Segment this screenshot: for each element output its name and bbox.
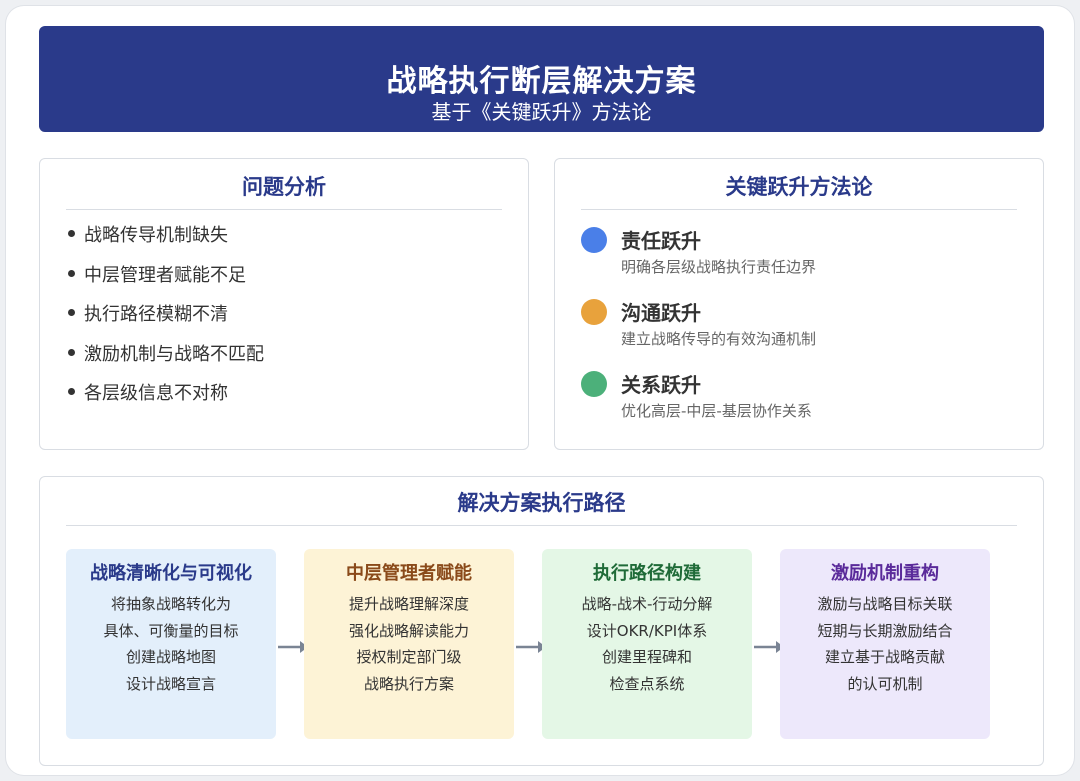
methodology-card: 关键跃升方法论 责任跃升 明确各层级战略执行责任边界 沟通跃升 建立战略传导的有… — [554, 158, 1044, 450]
methodology-title: 关键跃升方法论 — [581, 171, 1017, 210]
method-name: 沟通跃升 — [621, 301, 701, 325]
step-line: 创建战略地图 — [125, 648, 216, 666]
green-dot-icon — [581, 371, 607, 397]
problem-item: 各层级信息不对称 — [68, 379, 264, 419]
step-line: 设计OKR/KPI体系 — [586, 621, 708, 640]
method-desc: 建立战略传导的有效沟通机制 — [621, 330, 817, 348]
problem-item: 中层管理者赋能不足 — [68, 261, 264, 301]
method-desc: 明确各层级战略执行责任边界 — [621, 258, 817, 276]
step-line: 检查点系统 — [609, 674, 685, 693]
step-line: 提升战略理解深度 — [348, 595, 469, 613]
step-line: 建立基于战略贡献 — [824, 648, 945, 666]
step-title: 战略清晰化与可视化 — [90, 563, 252, 584]
step-title: 中层管理者赋能 — [346, 563, 472, 584]
step-line: 设计战略宣言 — [125, 674, 216, 693]
orange-dot-icon — [581, 299, 607, 325]
method-name: 责任跃升 — [621, 229, 701, 253]
method-desc: 优化高层-中层-基层协作关系 — [621, 402, 812, 420]
execution-path-card: 解决方案执行路径 战略清晰化与可视化 将抽象战略转化为 具体、可衡量的目标 创建… — [39, 476, 1044, 766]
step-line: 创建里程碑和 — [601, 648, 692, 666]
page-subtitle: 基于《关键跃升》方法论 — [431, 100, 652, 124]
problem-analysis-card: 问题分析 战略传导机制缺失 中层管理者赋能不足 执行路径模糊不清 激励机制与战略… — [39, 158, 529, 450]
header-banner: 战略执行断层解决方案 基于《关键跃升》方法论 — [39, 26, 1044, 132]
method-name: 关系跃升 — [621, 373, 701, 397]
problem-item: 激励机制与战略不匹配 — [68, 340, 264, 380]
step-card-strategy-clarity: 战略清晰化与可视化 将抽象战略转化为 具体、可衡量的目标 创建战略地图 设计战略… — [66, 549, 276, 739]
step-line: 短期与长期激励结合 — [817, 621, 953, 640]
execution-path-title: 解决方案执行路径 — [66, 487, 1017, 526]
problem-analysis-title: 问题分析 — [66, 171, 502, 210]
step-card-execution-path: 执行路径构建 战略-战术-行动分解 设计OKR/KPI体系 创建里程碑和 检查点… — [542, 549, 752, 739]
step-line: 强化战略解读能力 — [348, 621, 469, 640]
step-card-middle-manager-empowerment: 中层管理者赋能 提升战略理解深度 强化战略解读能力 授权制定部门级 战略执行方案 — [304, 549, 514, 739]
step-line: 的认可机制 — [847, 674, 923, 693]
step-line: 战略执行方案 — [363, 674, 454, 693]
step-title: 激励机制重构 — [831, 563, 939, 584]
page-title: 战略执行断层解决方案 — [386, 64, 697, 99]
step-card-incentive-rebuild: 激励机制重构 激励与战略目标关联 短期与长期激励结合 建立基于战略贡献 的认可机… — [780, 549, 990, 739]
step-line: 战略-战术-行动分解 — [581, 595, 713, 613]
problem-item: 执行路径模糊不清 — [68, 300, 264, 340]
step-line: 将抽象战略转化为 — [110, 595, 231, 613]
problem-list: 战略传导机制缺失 中层管理者赋能不足 执行路径模糊不清 激励机制与战略不匹配 各… — [68, 221, 264, 419]
step-title: 执行路径构建 — [593, 563, 701, 584]
blue-dot-icon — [581, 227, 607, 253]
step-line: 授权制定部门级 — [356, 648, 462, 666]
problem-item: 战略传导机制缺失 — [68, 221, 264, 261]
step-line: 激励与战略目标关联 — [817, 595, 953, 613]
step-line: 具体、可衡量的目标 — [103, 621, 239, 640]
